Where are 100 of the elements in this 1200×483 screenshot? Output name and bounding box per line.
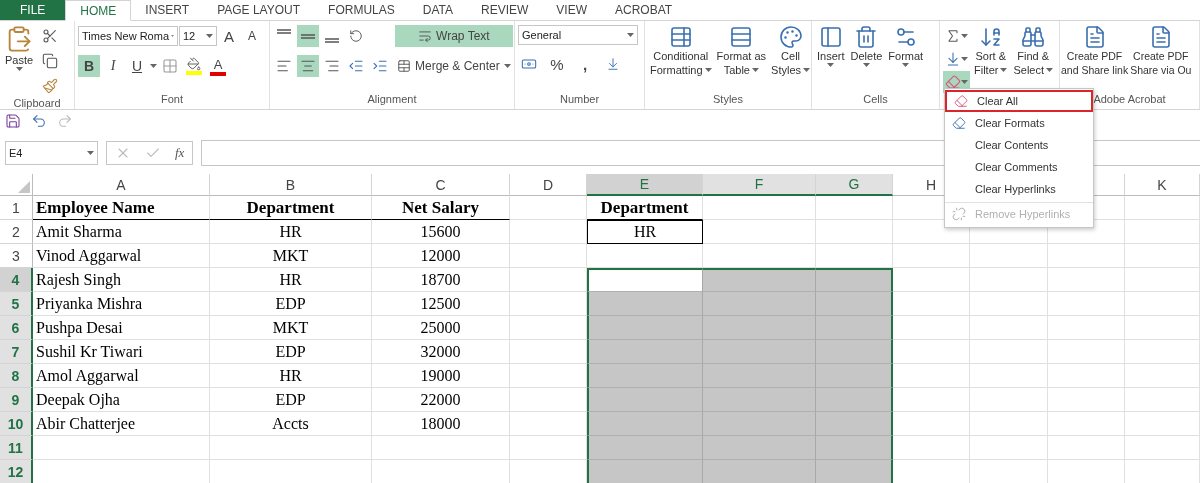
caret-icon (1046, 68, 1054, 72)
styles-button[interactable]: Format as Table (714, 25, 769, 77)
paste-button[interactable]: Paste (3, 25, 36, 71)
caret-icon (627, 33, 634, 37)
eraser-icon (952, 116, 966, 130)
percent-button[interactable]: % (546, 53, 568, 75)
increase-indent-icon (372, 58, 388, 74)
align-center-icon (300, 58, 316, 74)
table-cell: Deepak Ojha (33, 388, 210, 412)
table-cell: HR (210, 364, 372, 388)
group-label: Cells (862, 93, 889, 107)
table-cell: Sushil Kr Tiwari (33, 340, 210, 364)
table-cell: EDP (210, 340, 372, 364)
align-right-icon (324, 58, 340, 74)
indent-decrease-icon (348, 58, 364, 74)
row-header[interactable]: 5 (0, 292, 33, 316)
eraser-icon (954, 94, 968, 108)
editing-button[interactable]: Sort & Filter (972, 25, 1010, 77)
unlink-icon (952, 206, 966, 221)
bottom-align-icon (325, 38, 339, 43)
row-header[interactable]: 2 (0, 220, 33, 244)
row-header[interactable]: 6 (0, 316, 33, 340)
redo-icon (57, 113, 73, 129)
table-cell: Department (587, 196, 703, 220)
column-header[interactable]: D (510, 174, 587, 196)
paintbrush-icon (42, 78, 59, 94)
sort-icon (978, 25, 1003, 49)
ribbon-tab[interactable]: PAGE LAYOUT (203, 0, 315, 20)
font-color-button[interactable]: A (207, 55, 229, 77)
column-header[interactable]: B (210, 174, 372, 196)
table-icon (729, 25, 754, 49)
editing-button[interactable]: Find & Select (1011, 25, 1056, 77)
comma-button[interactable]: , (574, 53, 596, 75)
caret-icon (961, 57, 968, 61)
column-header[interactable]: A (33, 174, 210, 196)
ribbon-tab[interactable]: ACROBAT (601, 0, 687, 20)
row-header[interactable]: 7 (0, 340, 33, 364)
table-cell: Vinod Aggarwal (33, 244, 210, 268)
menu-item[interactable]: Clear All (945, 90, 1093, 112)
column-header[interactable]: E (587, 174, 703, 196)
styles-button[interactable]: Cell Styles (769, 25, 813, 77)
table-cell: Net Salary (372, 196, 510, 220)
row-header[interactable]: 1 (0, 196, 33, 220)
ribbon-tab[interactable]: VIEW (542, 0, 601, 20)
font-size-field[interactable]: 12 (179, 26, 217, 46)
table-cell: 12500 (372, 292, 510, 316)
name-box[interactable]: E4 (5, 141, 98, 165)
ribbon-tab[interactable]: HOME (65, 0, 132, 21)
merge-cells-icon (397, 59, 411, 73)
row-header[interactable]: 11 (0, 436, 33, 460)
fill-color-button[interactable] (183, 55, 205, 77)
horizontal-align-button[interactable] (297, 55, 319, 77)
ribbon-tab[interactable]: FILE (0, 0, 66, 20)
table-cell: 25000 (372, 316, 510, 340)
table-cell: 19000 (372, 364, 510, 388)
copy-icon (42, 53, 59, 69)
cells-button[interactable]: Format (886, 25, 926, 67)
grow-font-button[interactable]: A (218, 25, 240, 47)
menu-item[interactable]: Clear Formats (945, 112, 1093, 134)
italic-button[interactable]: I (102, 55, 124, 77)
column-header[interactable]: F (703, 174, 816, 196)
paint-bucket-icon (187, 57, 201, 71)
function-button[interactable]: fx (175, 145, 185, 161)
row-header[interactable]: 4 (0, 268, 33, 292)
row-header[interactable]: 9 (0, 388, 33, 412)
bold-button[interactable]: B (78, 55, 100, 77)
table-cell: Pushpa Desai (33, 316, 210, 340)
cells-button[interactable]: Insert (815, 25, 847, 67)
row-header[interactable]: 12 (0, 460, 33, 483)
table-cell: 18700 (372, 268, 510, 292)
ribbon-tab[interactable]: FORMULAS (314, 0, 409, 20)
ribbon-tab[interactable]: INSERT (131, 0, 204, 20)
column-header[interactable]: K (1125, 174, 1200, 196)
column-header[interactable]: C (372, 174, 510, 196)
menu-item[interactable]: Clear Contents (945, 134, 1093, 156)
underline-button[interactable]: U (126, 55, 148, 77)
font-name-field[interactable]: Times New Roma (78, 26, 178, 46)
table-cell: Department (210, 196, 372, 220)
ribbon-tab[interactable]: DATA (408, 0, 467, 20)
insert-cells-icon (818, 25, 843, 49)
table-cell: Amol Aggarwal (33, 364, 210, 388)
table-cell: 22000 (372, 388, 510, 412)
create-pdf-button[interactable]: Create PDF and Share link (1060, 25, 1130, 77)
wrap-text-button[interactable]: Wrap Text (395, 25, 513, 47)
column-header[interactable]: G (816, 174, 893, 196)
ribbon-tab[interactable]: REVIEW (467, 0, 543, 20)
shrink-font-button[interactable]: A (241, 25, 263, 47)
caret-icon (803, 68, 811, 72)
cells-button[interactable]: Delete (848, 25, 885, 67)
row-header[interactable]: 8 (0, 364, 33, 388)
row-header[interactable]: 10 (0, 412, 33, 436)
styles-button[interactable]: Conditional Formatting (648, 25, 714, 77)
number-format-field[interactable]: General (518, 25, 638, 45)
caret-icon (862, 63, 870, 67)
create-pdf-button[interactable]: Create PDF Share via Ou (1129, 25, 1193, 77)
merge-center-button[interactable]: Merge & Center (395, 55, 513, 77)
vertical-align-button[interactable] (297, 25, 319, 47)
table-cell: HR (587, 220, 703, 244)
delete-cells-icon (854, 25, 879, 49)
caret-icon (171, 34, 174, 38)
